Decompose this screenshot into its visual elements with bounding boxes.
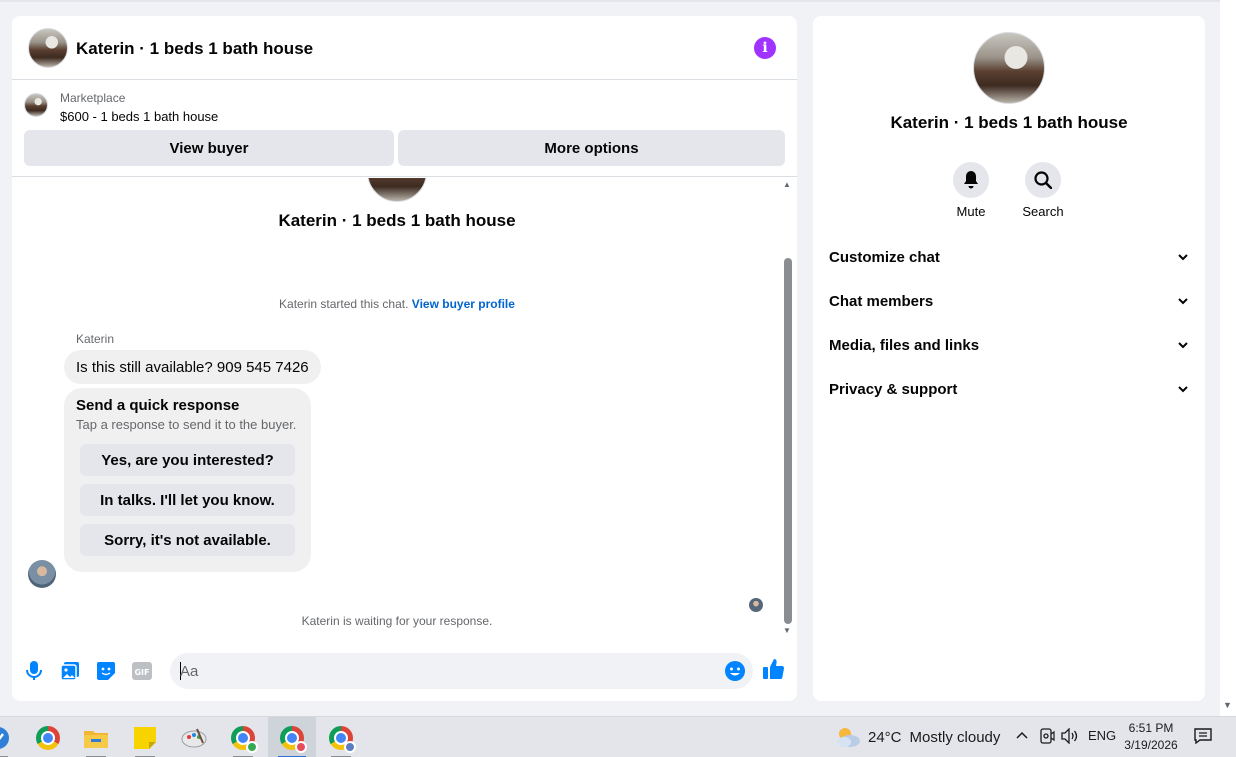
privacy-support-label: Privacy & support [829,380,958,398]
message-list: Katerin · 1 beds 1 bath house Katerin st… [12,178,797,638]
message-input-wrapper [170,653,753,689]
conversation-title: Katerin · 1 beds 1 bath house [278,211,516,230]
mute-button[interactable]: Mute [941,162,1001,219]
language-indicator[interactable]: ENG [1088,728,1116,743]
weather-description: Mostly cloudy [909,728,1001,746]
media-files-links-label: Media, files and links [829,336,980,354]
photo-icon[interactable] [59,660,81,682]
chat-panel: Katerin · 1 beds 1 bath house i Marketpl… [12,16,797,701]
listing-avatar[interactable] [28,28,68,68]
scrollbar-thumb[interactable] [784,258,792,624]
search-button[interactable]: Search [1013,162,1073,219]
customize-chat-label: Customize chat [829,248,940,266]
chrome-icon [231,725,258,753]
meeting-camera-icon[interactable] [1039,728,1055,747]
quick-response-yes-button[interactable]: Yes, are you interested? [80,444,295,476]
quick-response-card: Send a quick response Tap a response to … [64,388,311,572]
microphone-icon[interactable] [23,660,45,682]
view-buyer-profile-link[interactable]: View buyer profile [412,297,515,311]
conversation-avatar [367,178,427,202]
chrome-icon [36,725,60,750]
info-icon[interactable]: i [754,37,776,59]
profile-badge [246,740,258,753]
chat-members-label: Chat members [829,292,934,310]
listing-price[interactable]: $600 - 1 beds 1 bath house [60,109,218,124]
taskbar-chrome-profile-1-icon[interactable] [219,717,267,757]
emoji-icon[interactable] [724,660,746,687]
clock-date: 3/19/2026 [1124,738,1178,752]
svg-text:GIF: GIF [134,668,149,677]
chat-info-panel: Katerin · 1 beds 1 bath house Mute Searc… [813,16,1205,701]
seen-indicator-avatar [749,598,763,612]
listing-thumbnail[interactable] [24,93,48,117]
chat-members-section[interactable]: Chat members [829,289,1189,313]
taskbar-paint-icon[interactable] [170,717,218,757]
media-files-links-section[interactable]: Media, files and links [829,333,1189,357]
message-bubble[interactable]: Is this still available? 909 545 7426 [64,350,321,384]
profile-badge [295,740,307,753]
customize-chat-section[interactable]: Customize chat [829,245,1189,269]
taskbar-file-explorer-icon[interactable] [72,717,120,757]
profile-badge [344,740,356,753]
page-scroll-down-icon[interactable]: ▼ [1223,700,1232,710]
windows-taskbar: 24°C Mostly cloudy ENG 6:51 PM 3/19/2026 [0,716,1236,757]
mute-label: Mute [956,204,986,219]
thumbs-up-icon[interactable] [763,658,785,685]
cloudy-weather-icon [837,728,860,747]
info-panel-title: Katerin · 1 beds 1 bath house [890,113,1128,132]
search-icon [1034,171,1052,189]
show-hidden-icons-chevron-up-icon[interactable] [1015,728,1029,743]
chevron-down-icon [1178,342,1188,349]
page-scrollbar[interactable]: ▼ [1220,0,1236,716]
chevron-down-icon [1178,254,1188,261]
system-clock[interactable]: 6:51 PM 3/19/2026 [1118,720,1184,754]
message-composer: GIF [12,650,797,692]
taskbar-chrome-icon[interactable] [24,717,72,757]
top-border [0,0,1236,2]
search-label: Search [1022,204,1064,219]
message-input[interactable] [180,653,710,689]
notification-center-icon[interactable] [1194,728,1212,749]
taskbar-app-partial-icon[interactable] [0,717,22,757]
waiting-notice: Katerin is waiting for your response. [301,614,493,628]
buyer-avatar[interactable] [28,560,56,588]
mute-button-circle[interactable] [953,162,989,198]
privacy-support-section[interactable]: Privacy & support [829,377,1189,401]
sticker-icon[interactable] [95,660,117,682]
weather-widget[interactable]: 24°C Mostly cloudy [834,725,1000,749]
chat-header: Katerin · 1 beds 1 bath house i [12,16,797,80]
scroll-down-arrow-icon[interactable]: ▼ [783,626,791,635]
quick-response-not-available-button[interactable]: Sorry, it's not available. [80,524,295,556]
sender-name: Katerin [76,332,115,346]
chat-started-text: Katerin started this chat. [279,297,409,311]
gif-icon[interactable]: GIF [131,660,153,682]
chat-title[interactable]: Katerin · 1 beds 1 bath house [76,39,313,59]
quick-response-title: Send a quick response [76,397,240,414]
marketplace-listing-bar: Marketplace $600 - 1 beds 1 bath house V… [12,81,797,177]
weather-temperature: 24°C [868,728,902,746]
taskbar-sticky-notes-icon[interactable] [121,717,169,757]
chat-started-notice: Katerin started this chat. View buyer pr… [12,297,782,311]
marketplace-label: Marketplace [60,91,126,105]
chevron-down-icon [1178,386,1188,393]
chrome-icon [280,725,307,753]
quick-response-in-talks-button[interactable]: In talks. I'll let you know. [80,484,295,516]
taskbar-chrome-profile-2-icon[interactable] [268,717,316,757]
chevron-down-icon [1178,298,1188,305]
volume-icon[interactable] [1061,727,1079,747]
chrome-icon [329,725,356,753]
view-buyer-button[interactable]: View buyer [24,130,394,166]
clock-time: 6:51 PM [1128,721,1174,735]
quick-response-subtitle: Tap a response to send it to the buyer. [76,417,297,432]
message-scrollbar[interactable]: ▲ ▼ [782,178,796,638]
search-button-circle[interactable] [1025,162,1061,198]
taskbar-chrome-profile-3-icon[interactable] [317,717,365,757]
scroll-up-arrow-icon[interactable]: ▲ [783,180,791,189]
info-listing-avatar[interactable] [973,32,1045,104]
bell-icon [964,171,978,189]
more-options-button[interactable]: More options [398,130,785,166]
